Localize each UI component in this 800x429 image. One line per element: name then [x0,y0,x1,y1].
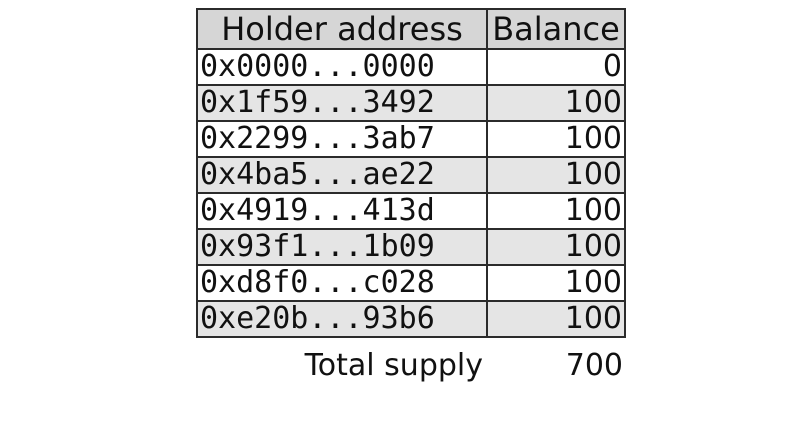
balance-cell: 0 [486,48,626,86]
table-row: 0xe20b...93b6 100 [196,300,626,338]
balance-cell: 100 [486,156,626,194]
table-body: 0x0000...0000 0 0x1f59...3492 100 0x2299… [196,48,626,338]
holder-address-cell: 0x93f1...1b09 [196,228,488,266]
table-header: Holder address Balance [196,8,626,50]
holder-address-cell: 0xd8f0...c028 [196,264,488,302]
table-footer: Total supply 700 [197,337,625,387]
table-row: 0x4919...413d 100 [196,192,626,230]
holder-address-cell: 0x4919...413d [196,192,488,230]
table-row: 0xd8f0...c028 100 [196,264,626,302]
total-supply-value: 700 [565,347,623,383]
holder-address-header: Holder address [196,8,488,50]
balance-cell: 100 [486,84,626,122]
holder-address-cell: 0x0000...0000 [196,48,488,86]
holder-address-cell: 0xe20b...93b6 [196,300,488,338]
total-supply-label: Total supply [304,347,483,383]
holder-address-cell: 0x4ba5...ae22 [196,156,488,194]
holders-table: Holder address Balance 0x0000...0000 0 0… [196,8,626,387]
table-row: 0x4ba5...ae22 100 [196,156,626,194]
balance-header: Balance [486,8,626,50]
total-supply-row: Total supply 700 [197,337,625,387]
balance-cell: 100 [486,120,626,158]
holder-address-cell: 0x1f59...3492 [196,84,488,122]
balance-cell: 100 [486,192,626,230]
balance-cell: 100 [486,228,626,266]
balance-cell: 100 [486,300,626,338]
balance-cell: 100 [486,264,626,302]
header-row: Holder address Balance [196,8,626,50]
table-row: 0x2299...3ab7 100 [196,120,626,158]
table-row: 0x93f1...1b09 100 [196,228,626,266]
table-row: 0x0000...0000 0 [196,48,626,86]
table-row: 0x1f59...3492 100 [196,84,626,122]
holder-address-cell: 0x2299...3ab7 [196,120,488,158]
